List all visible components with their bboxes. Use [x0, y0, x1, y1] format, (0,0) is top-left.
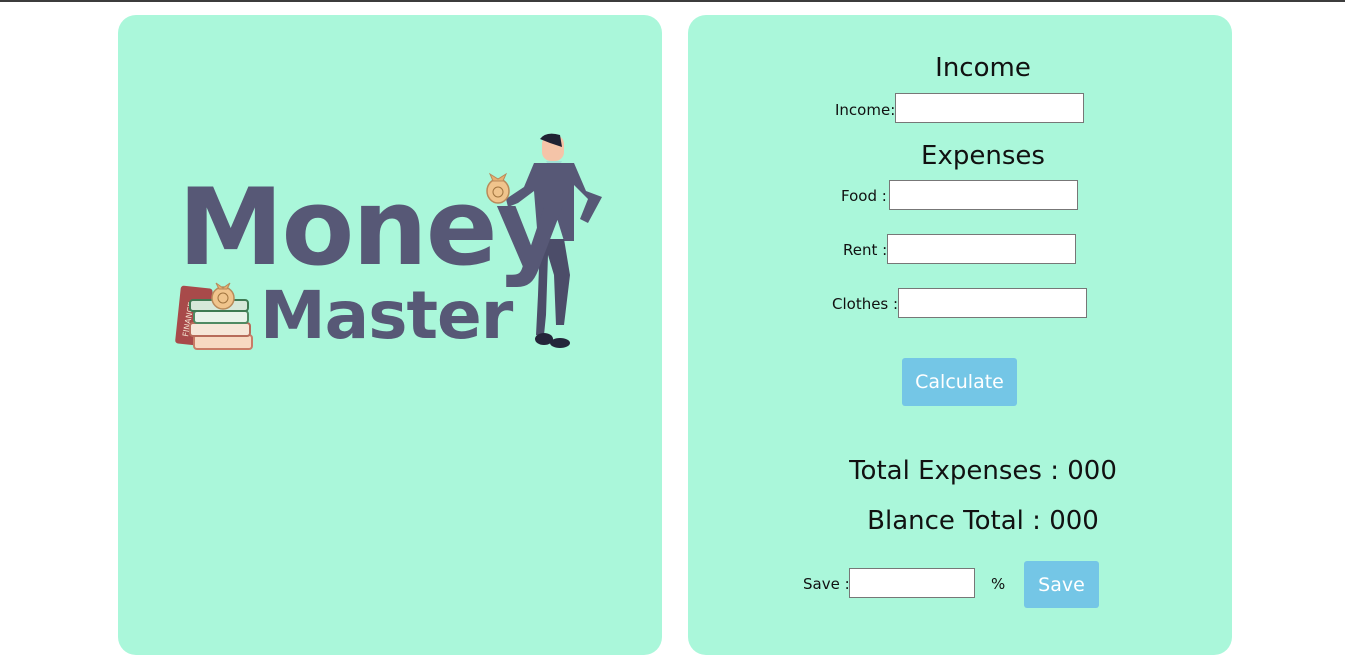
food-label: Food : [841, 187, 887, 205]
save-label: Save : [803, 575, 850, 593]
expenses-heading: Expenses [921, 141, 1045, 171]
clothes-label: Clothes : [832, 295, 899, 313]
budget-form-card: Income Income: Expenses Food : Rent : Cl… [688, 15, 1232, 655]
percent-sign: % [991, 575, 1006, 593]
save-button[interactable]: Save [1024, 561, 1099, 608]
balance-total-row: Blance Total : 000 [688, 506, 1232, 536]
calculate-button[interactable]: Calculate [902, 358, 1017, 406]
income-heading: Income [935, 53, 1031, 83]
total-expenses-label: Total Expenses : [849, 456, 1059, 486]
clothes-input[interactable] [898, 288, 1087, 318]
income-label: Income: [835, 101, 896, 119]
top-border [0, 0, 1345, 2]
total-expenses-row: Total Expenses : 000 [688, 456, 1232, 486]
rent-input[interactable] [887, 234, 1076, 264]
save-percent-input[interactable] [849, 568, 975, 598]
balance-total-label: Blance Total : [867, 506, 1041, 536]
total-expenses-value: 000 [1067, 456, 1117, 486]
rent-label: Rent : [843, 241, 888, 259]
money-master-logo: FINANCE Money Master [118, 15, 662, 619]
logo-word-master: Master [260, 277, 513, 354]
logo-word-money: Money [178, 166, 565, 289]
logo-card: FINANCE Money Master [118, 15, 662, 655]
income-input[interactable] [895, 93, 1084, 123]
food-input[interactable] [889, 180, 1078, 210]
balance-total-value: 000 [1049, 506, 1099, 536]
